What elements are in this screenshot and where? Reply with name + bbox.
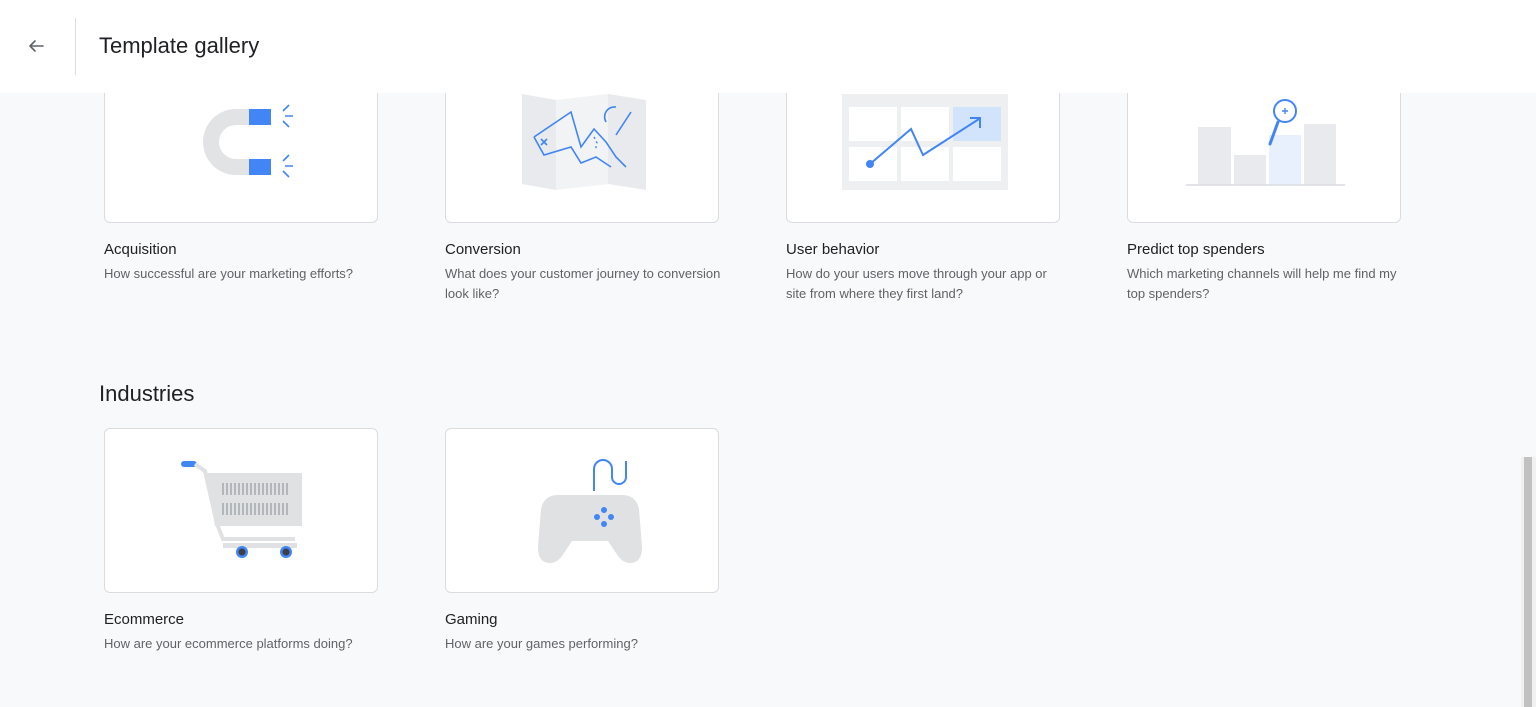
page-title: Template gallery [99,33,260,58]
card-title: Acquisition [104,241,177,258]
card-title: Predict top spenders [1127,241,1265,258]
card-title: Conversion [445,241,521,258]
card-description: Which marketing channels will help me fi… [1127,266,1397,301]
game-controller-icon [538,459,642,563]
card-description: How are your ecommerce platforms doing? [104,636,353,651]
card-description: How are your games performing? [445,636,638,651]
card-title: User behavior [786,241,880,258]
card-description: How successful are your marketing effort… [104,266,354,281]
header-divider [75,18,76,75]
scrollbar-thumb[interactable] [1524,457,1532,707]
section-title-industries: Industries [99,381,195,406]
template-card-gaming[interactable] [445,428,719,593]
card-description: How do your users move through your app … [786,266,1047,301]
back-button[interactable] [20,26,52,66]
card-title: Gaming [445,611,498,628]
shopping-cart-icon [181,461,302,558]
arrow-left-icon [29,40,44,52]
card-description: What does your customer journey to conve… [445,266,721,301]
card-title: Ecommerce [104,611,185,628]
app-header: Template gallery [0,0,1536,93]
template-card-ecommerce[interactable] [104,428,378,593]
